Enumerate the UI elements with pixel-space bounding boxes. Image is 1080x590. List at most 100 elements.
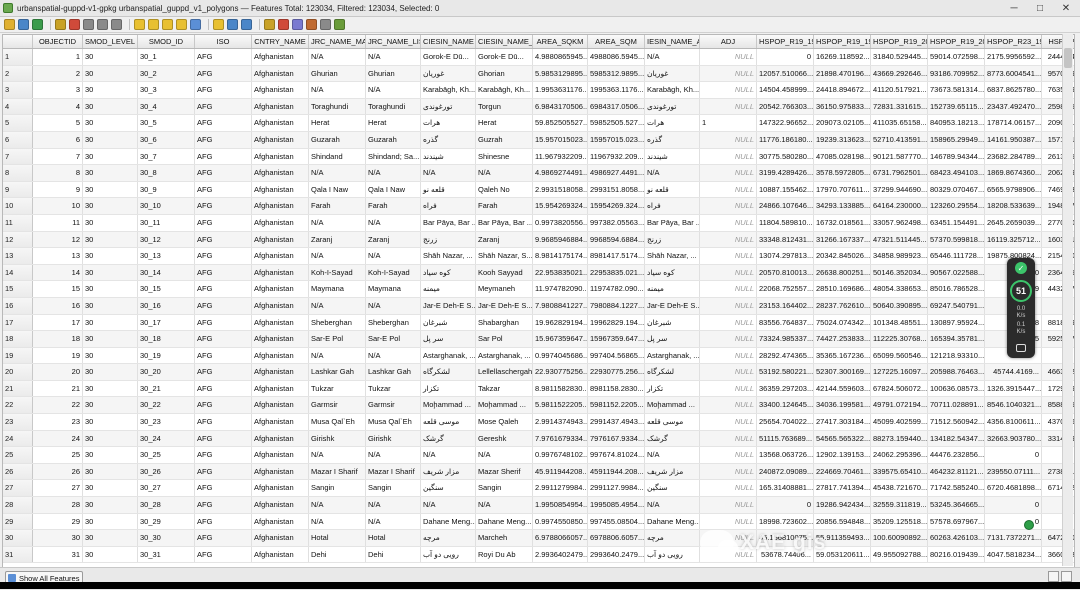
paste-icon[interactable] — [111, 19, 122, 30]
table-cell[interactable]: 10887.155462... — [757, 181, 814, 198]
table-cell[interactable]: 34858.989923... — [871, 248, 928, 264]
table-cell[interactable]: N/A — [366, 297, 421, 314]
table-cell[interactable]: NULL — [700, 281, 757, 297]
table-row[interactable]: 31 31 30 30_31 AFG Afghanistan Dehi Dehi رویی دو… — [3, 546, 1074, 564]
table-row[interactable]: 27 27 30 30_27 AFG Afghanistan Sangin Sangin سنگ… — [3, 480, 1074, 498]
table-cell[interactable]: Afghanistan — [252, 49, 309, 65]
table-cell[interactable]: 49791.072194... — [871, 397, 928, 414]
table-cell[interactable]: N/A — [366, 165, 421, 181]
table-cell[interactable]: 29 — [33, 513, 83, 530]
table-cell[interactable]: 20856.594848... — [814, 513, 871, 530]
table-cell[interactable]: 14 — [33, 264, 83, 281]
table-cell[interactable]: N/A — [309, 165, 366, 181]
table-row[interactable]: 26 26 30 30_26 AFG Afghanistan Mazar I Sharif M… — [3, 463, 1074, 481]
table-cell[interactable]: Astarghanak, ... — [476, 347, 533, 364]
table-cell[interactable]: 30_6 — [138, 131, 195, 148]
table-cell[interactable]: Qala I Naw — [309, 181, 366, 198]
table-cell[interactable]: 13 — [33, 248, 83, 264]
table-cell[interactable]: 19.962829194... — [533, 314, 588, 331]
table-cell[interactable]: 9.9685946884... — [533, 231, 588, 248]
table-cell[interactable]: 30_1 — [138, 49, 195, 65]
table-cell[interactable]: 30_14 — [138, 264, 195, 281]
table-cell[interactable]: 30 — [83, 397, 138, 414]
table-cell[interactable]: 24866.107646... — [757, 198, 814, 214]
table-cell[interactable]: فراه — [645, 198, 700, 214]
table-cell[interactable]: 0 — [985, 497, 1042, 513]
table-cell[interactable]: 44476.232856... — [928, 447, 985, 463]
column-header[interactable]: ADJ — [700, 35, 757, 48]
table-cell[interactable]: 45744.4169... — [985, 364, 1042, 380]
row-number[interactable]: 21 — [3, 380, 33, 397]
table-cell[interactable]: N/A — [366, 497, 421, 513]
table-cell[interactable]: 30_17 — [138, 314, 195, 331]
table-cell[interactable]: 30 — [83, 82, 138, 98]
pan-to-selection-icon[interactable] — [227, 19, 238, 30]
table-cell[interactable]: 178714.06157... — [985, 115, 1042, 131]
table-cell[interactable]: 30_16 — [138, 297, 195, 314]
delete-feature-icon[interactable] — [69, 19, 80, 30]
table-cell[interactable]: 4356.8100611... — [985, 414, 1042, 430]
camera-icon[interactable] — [1016, 344, 1026, 352]
table-cell[interactable]: 23682.284789... — [985, 148, 1042, 165]
table-cell[interactable]: مرچه — [645, 530, 700, 546]
table-cell[interactable]: Dahane Meng... — [476, 513, 533, 530]
table-cell[interactable]: Garmsir — [309, 397, 366, 414]
delete-field-icon[interactable] — [278, 19, 289, 30]
table-cell[interactable]: 127225.16097... — [871, 364, 928, 380]
table-cell[interactable]: N/A — [476, 497, 533, 513]
table-cell[interactable]: هرات — [421, 115, 476, 131]
table-row[interactable]: 13 13 30 30_13 AFG Afghanistan N/A N/A Shāh Naza… — [3, 248, 1074, 265]
table-cell[interactable]: 53678.74406... — [757, 546, 814, 563]
row-number[interactable]: 4 — [3, 98, 33, 115]
table-cell[interactable]: 74427.253833... — [814, 331, 871, 347]
table-cell[interactable]: N/A — [309, 82, 366, 98]
table-cell[interactable]: 7980884.1227... — [588, 297, 645, 314]
table-cell[interactable]: Dehi — [309, 546, 366, 563]
table-cell[interactable]: 90567.022588... — [928, 264, 985, 281]
table-cell[interactable]: NULL — [700, 181, 757, 198]
table-cell[interactable]: 240872.09089... — [757, 463, 814, 480]
column-header[interactable]: AREA_SQKM — [533, 35, 588, 48]
table-cell[interactable]: 59.053120611... — [814, 546, 871, 563]
table-cell[interactable]: 1326.3915447... — [985, 380, 1042, 397]
table-cell[interactable]: 75024.074342... — [814, 314, 871, 331]
table-cell[interactable]: 30 — [83, 530, 138, 546]
table-cell[interactable]: Dehi — [366, 546, 421, 563]
table-row[interactable]: 3 3 30 30_3 AFG Afghanistan N/A N/A Karabāgh, Kh… — [3, 82, 1074, 99]
table-cell[interactable]: 27417.303184... — [814, 414, 871, 430]
table-cell[interactable]: 31 — [33, 546, 83, 563]
table-cell[interactable]: 30 — [83, 181, 138, 198]
table-cell[interactable]: سنگین — [645, 480, 700, 497]
table-cell[interactable]: 22.953835021... — [533, 264, 588, 281]
column-header[interactable]: HSPOP_R19_201 — [928, 35, 985, 48]
deselect-icon[interactable] — [176, 19, 187, 30]
table-cell[interactable]: Tukzar — [309, 380, 366, 397]
table-cell[interactable]: میمنه — [645, 281, 700, 297]
table-cell[interactable]: 37299.944690... — [871, 181, 928, 198]
table-cell[interactable]: Afghanistan — [252, 198, 309, 214]
table-cell[interactable]: N/A — [366, 49, 421, 65]
table-cell[interactable]: 30 — [83, 347, 138, 364]
table-cell[interactable]: Afghanistan — [252, 331, 309, 347]
table-cell[interactable]: 45.911944208... — [533, 463, 588, 480]
row-number[interactable]: 3 — [3, 82, 33, 98]
table-row[interactable]: 8 8 30 30_8 AFG Afghanistan N/A N/A N/A N/A 4.9869… — [3, 165, 1074, 182]
table-cell[interactable]: AFG — [195, 397, 252, 414]
table-cell[interactable]: 30 — [83, 264, 138, 281]
table-cell[interactable]: Sheberghan — [309, 314, 366, 331]
table-cell[interactable]: AFG — [195, 364, 252, 380]
table-cell[interactable]: 57578.697967... — [928, 513, 985, 530]
table-cell[interactable]: کوه سیاد — [421, 264, 476, 281]
table-cell[interactable]: 1 — [33, 49, 83, 65]
table-cell[interactable]: تورغوندی — [421, 98, 476, 115]
table-cell[interactable]: 71742.585240... — [928, 480, 985, 497]
table-row[interactable]: 11 11 30 30_11 AFG Afghanistan N/A N/A Bar Pāya,… — [3, 214, 1074, 232]
table-cell[interactable]: AFG — [195, 414, 252, 430]
table-cell[interactable]: تکزار — [645, 380, 700, 397]
table-cell[interactable]: AFG — [195, 165, 252, 181]
table-cell[interactable]: NULL — [700, 530, 757, 546]
table-cell[interactable]: Sar-E Pol — [309, 331, 366, 347]
table-cell[interactable]: AFG — [195, 82, 252, 98]
table-cell[interactable]: 5.9811522205... — [533, 397, 588, 414]
table-row[interactable]: 9 9 30 30_9 AFG Afghanistan Qala I Naw Qala I N… — [3, 181, 1074, 199]
